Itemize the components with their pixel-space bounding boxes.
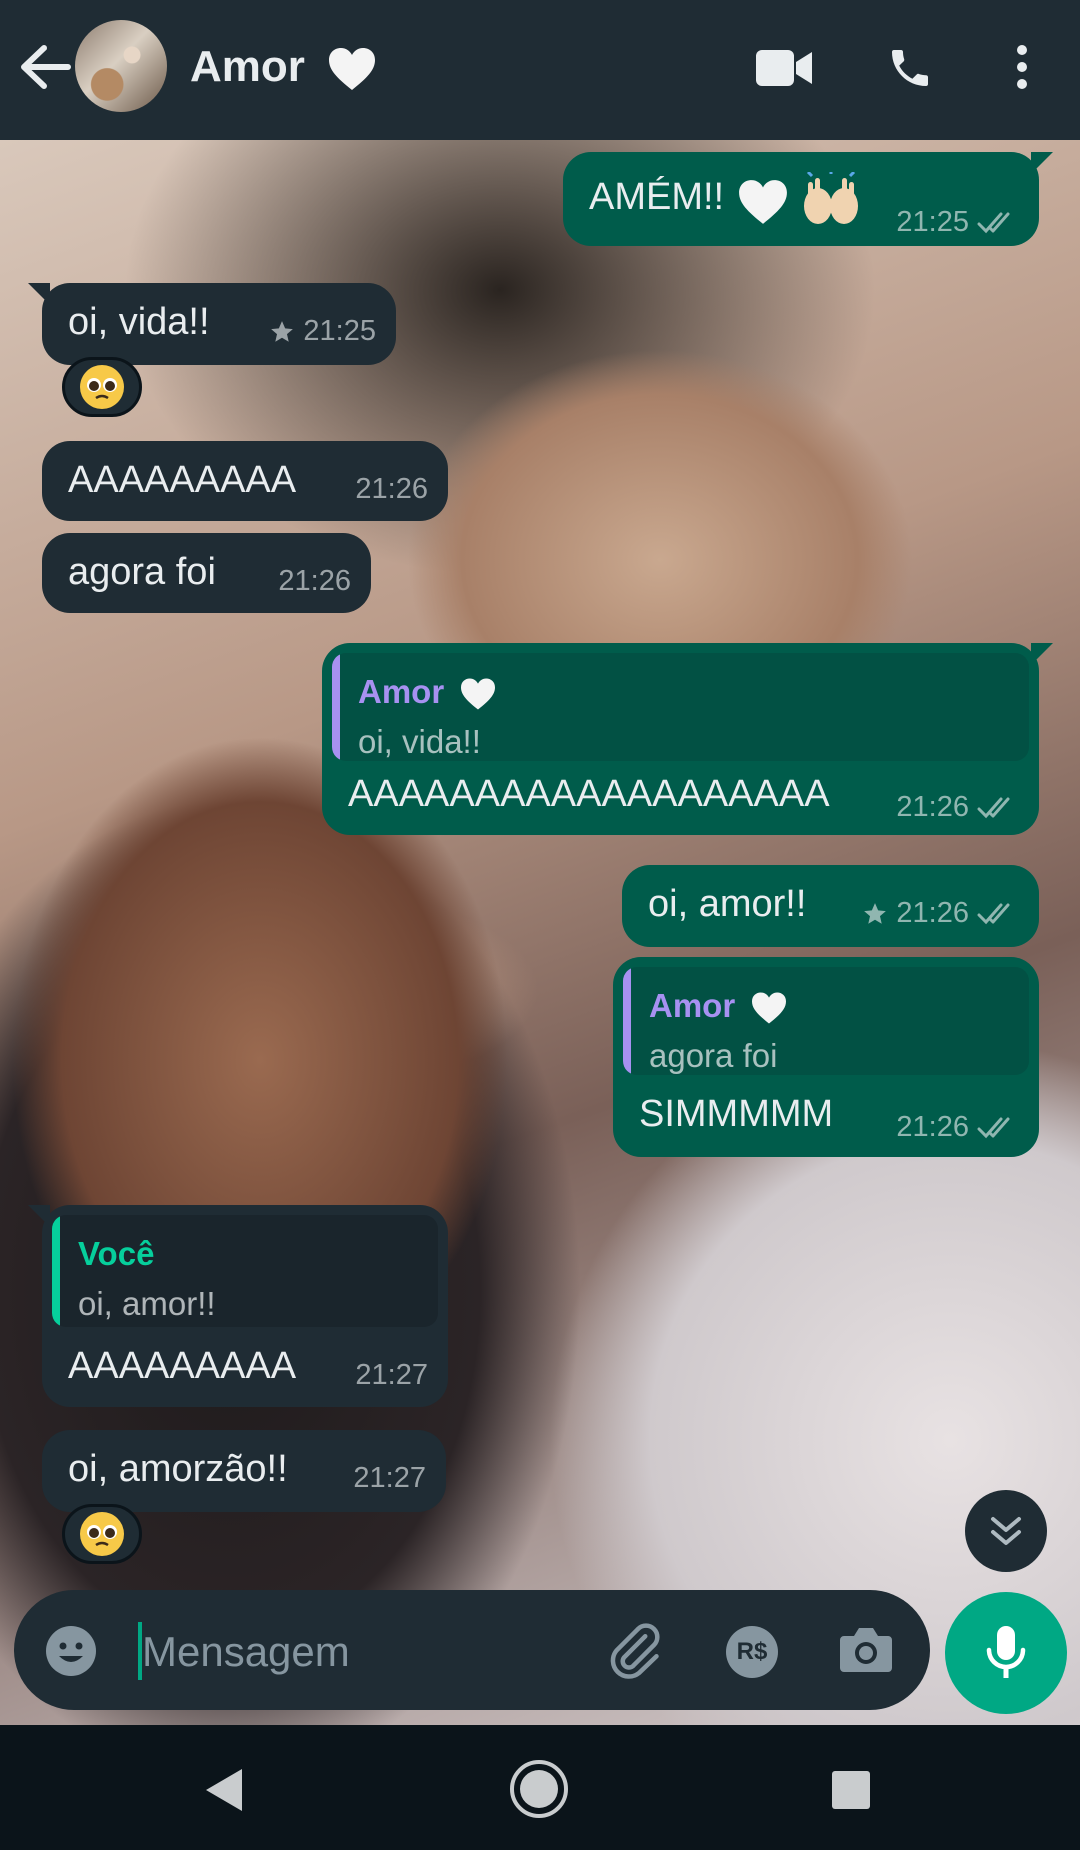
quote-bar xyxy=(332,653,340,761)
message-time: 21:26 xyxy=(355,473,428,505)
chat-header: Amor xyxy=(0,0,1080,140)
message-in[interactable]: Você oi, amor!! AAAAAAAAA 21:27 xyxy=(28,1205,448,1407)
contact-name[interactable]: Amor xyxy=(190,42,377,92)
message-text: oi, amor!! xyxy=(648,883,807,925)
video-call-icon[interactable] xyxy=(756,48,812,88)
quoted-message[interactable]: Amor agora foi xyxy=(623,967,1029,1075)
message-out[interactable]: Amor agora foi SIMMMMM 21:26 xyxy=(613,957,1039,1157)
message-meta: 21:27 xyxy=(353,1464,426,1493)
mic-icon xyxy=(986,1626,1026,1678)
attach-icon[interactable] xyxy=(604,1620,664,1680)
message-meta: 21:25 xyxy=(269,317,376,346)
message-time: 21:27 xyxy=(355,1359,428,1391)
scroll-to-bottom-button[interactable] xyxy=(965,1490,1047,1572)
payment-icon[interactable]: R$ xyxy=(726,1626,778,1678)
message-text: SIMMMMM xyxy=(639,1093,834,1135)
system-nav-bar xyxy=(0,1725,1080,1850)
message-in[interactable]: oi, amorzão!! 21:27 xyxy=(42,1430,446,1512)
quote-author: Você xyxy=(78,1235,155,1272)
white-heart-icon xyxy=(329,48,376,91)
message-time: 21:25 xyxy=(896,206,969,238)
camera-icon[interactable] xyxy=(838,1624,894,1676)
message-meta: 21:26 xyxy=(896,1113,1017,1142)
message-out[interactable]: Amor oi, vida!! AAAAAAAAAAAAAAAAAAA 21:2… xyxy=(322,643,1053,835)
quoted-message[interactable]: Você oi, amor!! xyxy=(52,1215,438,1327)
star-icon xyxy=(271,320,294,342)
message-text: agora foi xyxy=(68,551,216,593)
voice-message-button[interactable] xyxy=(945,1592,1067,1714)
message-meta: 21:26 xyxy=(896,793,1017,822)
message-composer: Mensagem R$ xyxy=(14,1590,930,1710)
message-time: 21:26 xyxy=(896,897,969,929)
quote-bar xyxy=(52,1215,60,1327)
message-time: 21:27 xyxy=(353,1462,426,1494)
voice-call-icon[interactable] xyxy=(886,44,934,92)
pleading-face-icon xyxy=(80,1512,124,1556)
nav-recents-icon[interactable] xyxy=(830,1769,872,1811)
message-time: 21:26 xyxy=(896,791,969,823)
quoted-message[interactable]: Amor oi, vida!! xyxy=(332,653,1029,761)
quote-bar xyxy=(623,967,631,1075)
message-in[interactable]: oi, vida!! 21:25 xyxy=(28,283,396,365)
message-in[interactable]: AAAAAAAAA 21:26 xyxy=(42,441,448,521)
double-check-icon xyxy=(977,797,1010,818)
back-arrow-icon[interactable] xyxy=(18,42,72,92)
nav-back-icon[interactable] xyxy=(202,1767,244,1813)
emoji-icon[interactable] xyxy=(44,1624,98,1678)
message-in[interactable]: agora foi 21:26 xyxy=(42,533,371,613)
message-meta: 21:26 xyxy=(355,475,428,504)
double-check-icon xyxy=(977,903,1010,924)
quote-author-text: Amor xyxy=(358,673,445,710)
message-input[interactable]: Mensagem xyxy=(142,1628,350,1676)
raising-hands-icon xyxy=(803,170,858,224)
message-text: oi, vida!! xyxy=(68,301,210,343)
white-heart-icon xyxy=(739,180,787,224)
quote-author-text: Amor xyxy=(649,987,736,1024)
message-time: 21:25 xyxy=(303,315,376,347)
message-time: 21:26 xyxy=(278,565,351,597)
quote-text: oi, amor!! xyxy=(78,1285,216,1322)
chat-wallpaper: AMÉM!! 21:25 oi, vida!! 21:25 AAAAAAAAA … xyxy=(0,140,1080,1725)
message-reaction[interactable] xyxy=(62,1504,142,1564)
message-meta: 21:26 xyxy=(278,567,351,596)
message-text: oi, amorzão!! xyxy=(68,1448,288,1490)
contact-avatar[interactable] xyxy=(75,20,167,112)
quote-author: Amor xyxy=(358,675,497,711)
message-text: AMÉM!! xyxy=(589,176,725,218)
quote-author: Amor xyxy=(649,989,788,1025)
double-check-icon xyxy=(977,1117,1010,1138)
more-vert-icon[interactable] xyxy=(1010,44,1034,90)
message-meta: 21:25 xyxy=(896,208,1017,237)
message-reaction[interactable] xyxy=(62,357,142,417)
quote-text: oi, vida!! xyxy=(358,723,481,760)
star-icon xyxy=(864,902,887,924)
nav-home-icon[interactable] xyxy=(508,1758,570,1820)
double-check-icon xyxy=(977,212,1010,233)
quote-text: agora foi xyxy=(649,1037,778,1074)
message-out[interactable]: oi, amor!! 21:26 xyxy=(622,865,1039,947)
message-meta: 21:27 xyxy=(355,1361,428,1390)
message-time: 21:26 xyxy=(896,1111,969,1143)
double-chevron-down-icon xyxy=(991,1517,1021,1545)
white-heart-icon xyxy=(752,992,787,1024)
message-out[interactable]: AMÉM!! 21:25 xyxy=(563,152,1053,246)
message-text: AAAAAAAAA xyxy=(68,1345,297,1387)
message-meta: 21:26 xyxy=(862,899,1017,928)
message-emoji xyxy=(737,170,862,233)
contact-name-text: Amor xyxy=(190,42,305,91)
white-heart-icon xyxy=(461,678,496,710)
pleading-face-icon xyxy=(80,365,124,409)
message-text: AAAAAAAAA xyxy=(68,459,297,501)
message-text: AAAAAAAAAAAAAAAAAAA xyxy=(348,773,830,815)
